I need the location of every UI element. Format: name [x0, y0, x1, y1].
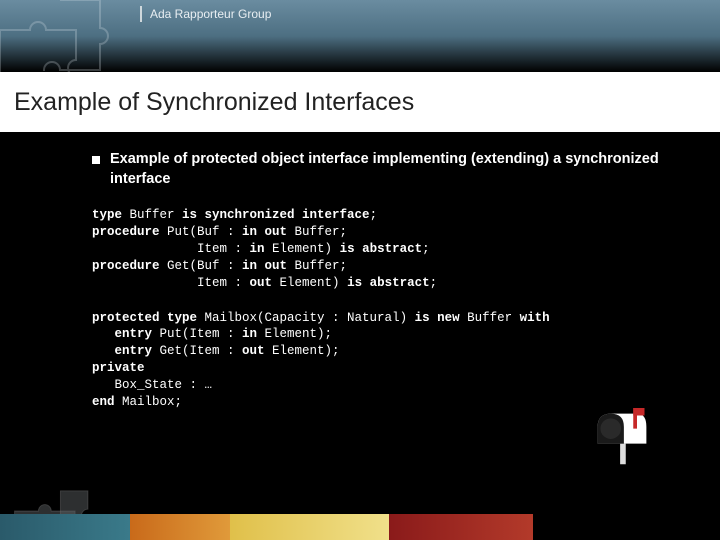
content-area: Example of protected object interface im…: [92, 150, 680, 411]
bar-segment-black: [533, 514, 720, 540]
slide-title: Example of Synchronized Interfaces: [14, 88, 414, 117]
top-band: Ada Rapporteur Group: [0, 0, 720, 72]
bottom-color-bar: [0, 514, 720, 540]
bullet-text: Example of protected object interface im…: [110, 150, 680, 189]
bar-segment-yellow: [230, 514, 388, 540]
code-block-2: protected type Mailbox(Capacity : Natura…: [92, 310, 680, 411]
bar-segment-teal: [0, 514, 130, 540]
code-block-1: type Buffer is synchronized interface; p…: [92, 207, 680, 291]
bar-segment-red: [389, 514, 533, 540]
header-group-label: Ada Rapporteur Group: [140, 6, 271, 22]
bar-segment-orange: [130, 514, 231, 540]
slide: Ada Rapporteur Group Example of Synchron…: [0, 0, 720, 540]
bullet-marker-icon: [92, 156, 100, 164]
mailbox-icon: [592, 408, 652, 468]
bullet-item: Example of protected object interface im…: [92, 150, 680, 189]
title-band: Example of Synchronized Interfaces: [0, 72, 720, 132]
